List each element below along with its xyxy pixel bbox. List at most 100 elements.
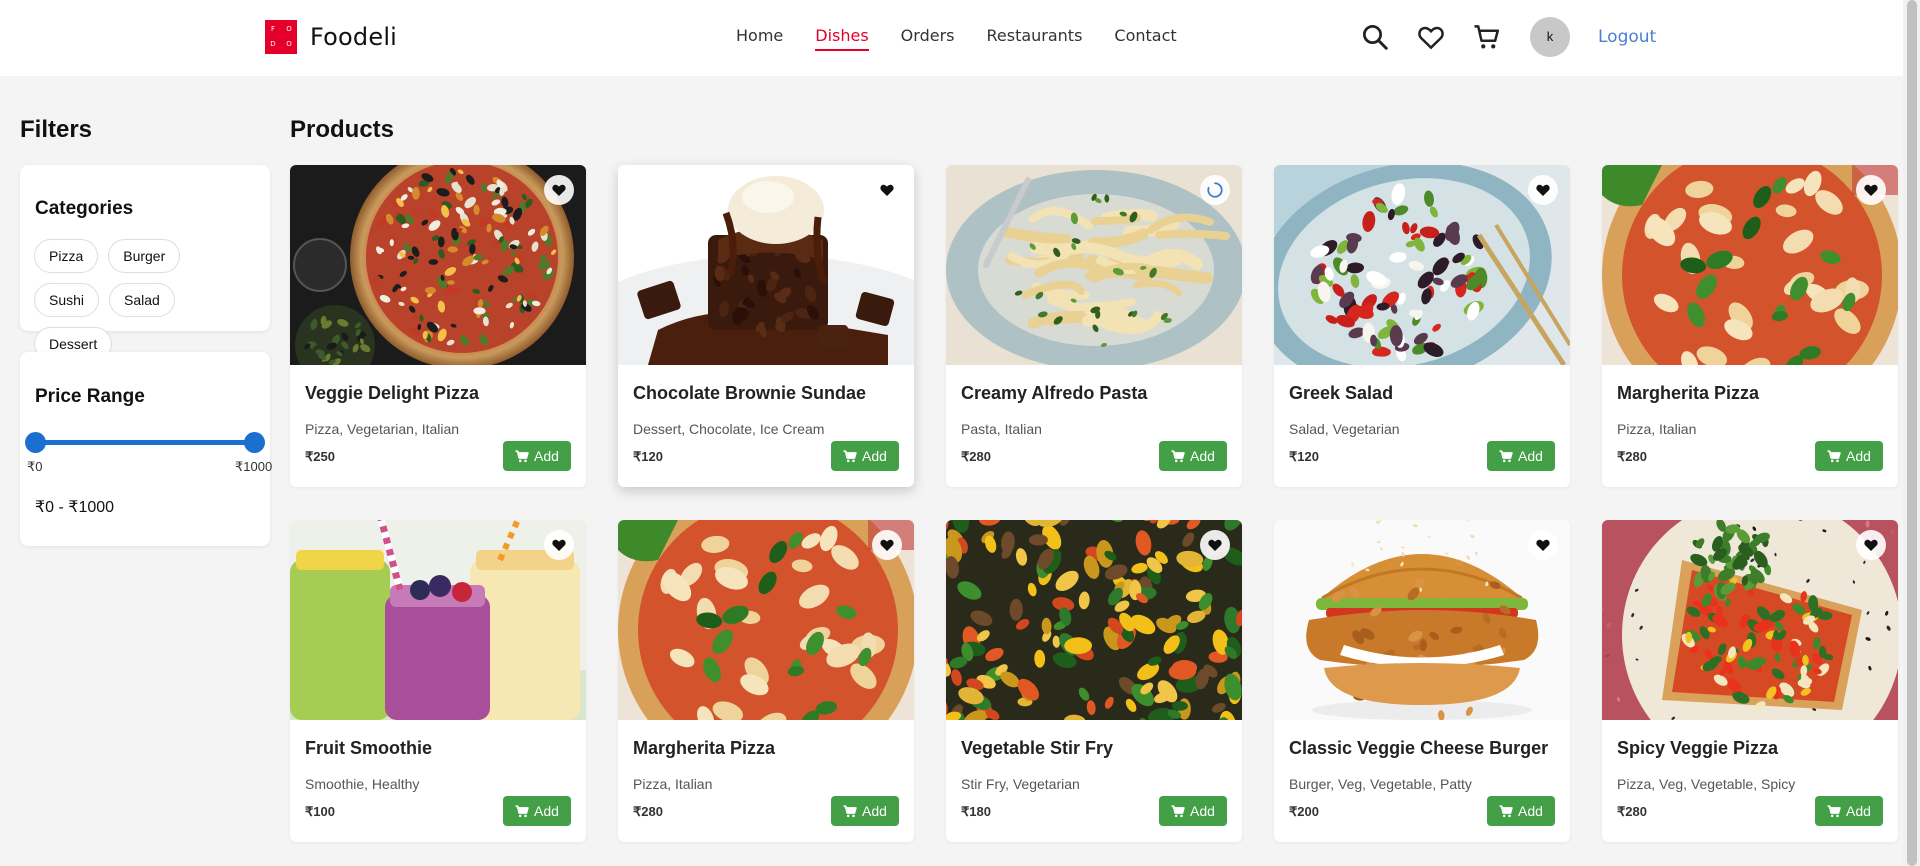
add-to-cart-button[interactable]: Add bbox=[1159, 796, 1227, 826]
add-button-label: Add bbox=[1190, 448, 1215, 464]
add-to-cart-button[interactable]: Add bbox=[1815, 796, 1883, 826]
loading-spinner-icon[interactable] bbox=[1200, 175, 1230, 205]
brand-logo[interactable]: F O D O Foodeli bbox=[265, 20, 397, 54]
add-to-cart-button[interactable]: Add bbox=[1159, 441, 1227, 471]
main-nav: Home Dishes Orders Restaurants Contact bbox=[736, 26, 1209, 51]
cart-icon bbox=[1499, 804, 1513, 817]
product-card[interactable]: Greek Salad Salad, Vegetarian ₹120 Add bbox=[1274, 165, 1570, 487]
add-to-cart-button[interactable]: Add bbox=[1487, 441, 1555, 471]
nav-contact[interactable]: Contact bbox=[1114, 26, 1176, 51]
product-card[interactable]: Spicy Veggie Pizza Pizza, Veg, Vegetable… bbox=[1602, 520, 1898, 842]
price-slider-track[interactable] bbox=[35, 440, 255, 445]
product-card[interactable]: Chocolate Brownie Sundae Dessert, Chocol… bbox=[618, 165, 914, 487]
product-image[interactable] bbox=[1274, 165, 1570, 365]
product-card[interactable]: Vegetable Stir Fry Stir Fry, Vegetarian … bbox=[946, 520, 1242, 842]
products-heading: Products bbox=[290, 116, 395, 143]
page-scrollbar-thumb[interactable] bbox=[1907, 0, 1917, 866]
cart-icon bbox=[843, 804, 857, 817]
favorite-heart-icon[interactable] bbox=[1528, 175, 1558, 205]
price-slider-min-handle[interactable] bbox=[25, 432, 46, 453]
product-image[interactable] bbox=[1274, 520, 1570, 720]
add-to-cart-button[interactable]: Add bbox=[831, 796, 899, 826]
product-tags: Stir Fry, Vegetarian bbox=[961, 776, 1080, 792]
product-card[interactable]: Creamy Alfredo Pasta Pasta, Italian ₹280… bbox=[946, 165, 1242, 487]
product-name: Classic Veggie Cheese Burger bbox=[1289, 738, 1549, 758]
product-image[interactable] bbox=[290, 165, 586, 365]
top-navbar: F O D O Foodeli Home Dishes Orders Resta… bbox=[0, 0, 1920, 76]
favorite-heart-icon[interactable] bbox=[1856, 530, 1886, 560]
product-image[interactable] bbox=[1602, 165, 1898, 365]
product-image[interactable] bbox=[618, 520, 914, 720]
product-name: Chocolate Brownie Sundae bbox=[633, 383, 867, 403]
favorite-heart-icon[interactable] bbox=[872, 175, 902, 205]
logout-link[interactable]: Logout bbox=[1598, 27, 1656, 47]
product-card[interactable]: Margherita Pizza Pizza, Italian ₹280 Add bbox=[618, 520, 914, 842]
product-name: Creamy Alfredo Pasta bbox=[961, 383, 1148, 403]
add-to-cart-button[interactable]: Add bbox=[831, 441, 899, 471]
favorite-heart-icon[interactable] bbox=[1200, 530, 1230, 560]
product-price: ₹280 bbox=[1617, 449, 1647, 464]
cart-icon bbox=[843, 449, 857, 462]
product-tags: Pizza, Veg, Vegetable, Spicy bbox=[1617, 776, 1796, 792]
favorite-heart-icon[interactable] bbox=[544, 530, 574, 560]
product-tags: Pizza, Italian bbox=[633, 776, 713, 792]
favorite-heart-icon[interactable] bbox=[872, 530, 902, 560]
product-tags: Smoothie, Healthy bbox=[305, 776, 420, 792]
product-image[interactable] bbox=[618, 165, 914, 365]
user-avatar[interactable]: k bbox=[1530, 17, 1570, 57]
search-icon[interactable] bbox=[1360, 22, 1390, 52]
category-chip-pizza[interactable]: Pizza bbox=[34, 239, 99, 273]
categories-heading: Categories bbox=[35, 198, 134, 219]
add-button-label: Add bbox=[1846, 448, 1871, 464]
product-name: Vegetable Stir Fry bbox=[961, 738, 1114, 758]
cart-icon bbox=[1827, 449, 1841, 462]
add-button-label: Add bbox=[534, 448, 559, 464]
add-button-label: Add bbox=[534, 803, 559, 819]
category-chip-burger[interactable]: Burger bbox=[108, 239, 181, 273]
add-button-label: Add bbox=[862, 448, 887, 464]
product-price: ₹250 bbox=[305, 449, 335, 464]
add-to-cart-button[interactable]: Add bbox=[503, 796, 571, 826]
product-price: ₹100 bbox=[305, 804, 335, 819]
product-card[interactable]: Fruit Smoothie Smoothie, Healthy ₹100 Ad… bbox=[290, 520, 586, 842]
add-button-label: Add bbox=[1190, 803, 1215, 819]
nav-home[interactable]: Home bbox=[736, 26, 783, 51]
cart-icon[interactable] bbox=[1472, 22, 1502, 52]
product-tags: Dessert, Chocolate, Ice Cream bbox=[633, 421, 825, 437]
add-to-cart-button[interactable]: Add bbox=[1815, 441, 1883, 471]
product-card[interactable]: Classic Veggie Cheese Burger Burger, Veg… bbox=[1274, 520, 1570, 842]
product-price: ₹120 bbox=[633, 449, 663, 464]
product-image[interactable] bbox=[946, 520, 1242, 720]
price-min-label: ₹0 bbox=[27, 459, 43, 474]
price-slider-max-handle[interactable] bbox=[244, 432, 265, 453]
cart-icon bbox=[1171, 804, 1185, 817]
add-to-cart-button[interactable]: Add bbox=[503, 441, 571, 471]
add-button-label: Add bbox=[1518, 803, 1543, 819]
product-card[interactable]: Margherita Pizza Pizza, Italian ₹280 Add bbox=[1602, 165, 1898, 487]
product-tags: Burger, Veg, Vegetable, Patty bbox=[1289, 776, 1472, 792]
favorite-heart-icon[interactable] bbox=[1528, 530, 1558, 560]
product-card[interactable]: Veggie Delight Pizza Pizza, Vegetarian, … bbox=[290, 165, 586, 487]
category-chip-salad[interactable]: Salad bbox=[109, 283, 175, 317]
favorite-heart-icon[interactable] bbox=[1856, 175, 1886, 205]
filters-heading: Filters bbox=[20, 116, 93, 143]
product-image[interactable] bbox=[1602, 520, 1898, 720]
product-price: ₹280 bbox=[633, 804, 663, 819]
nav-orders[interactable]: Orders bbox=[901, 26, 955, 51]
product-tags: Pasta, Italian bbox=[961, 421, 1042, 437]
price-range-panel: Price Range ₹0 ₹1000 ₹0 - ₹1000 bbox=[20, 352, 272, 546]
product-image[interactable] bbox=[290, 520, 586, 720]
product-name: Veggie Delight Pizza bbox=[305, 383, 480, 403]
favorite-heart-icon[interactable] bbox=[544, 175, 574, 205]
categories-panel: Categories Pizza Burger Sushi Salad Dess… bbox=[20, 165, 270, 361]
add-button-label: Add bbox=[1518, 448, 1543, 464]
category-chip-sushi[interactable]: Sushi bbox=[34, 283, 100, 317]
product-name: Greek Salad bbox=[1289, 383, 1394, 403]
heart-icon[interactable] bbox=[1416, 22, 1446, 52]
product-image[interactable] bbox=[946, 165, 1242, 365]
product-name: Margherita Pizza bbox=[633, 738, 776, 758]
nav-dishes[interactable]: Dishes bbox=[815, 26, 869, 51]
product-tags: Pizza, Italian bbox=[1617, 421, 1697, 437]
nav-restaurants[interactable]: Restaurants bbox=[986, 26, 1082, 51]
add-to-cart-button[interactable]: Add bbox=[1487, 796, 1555, 826]
